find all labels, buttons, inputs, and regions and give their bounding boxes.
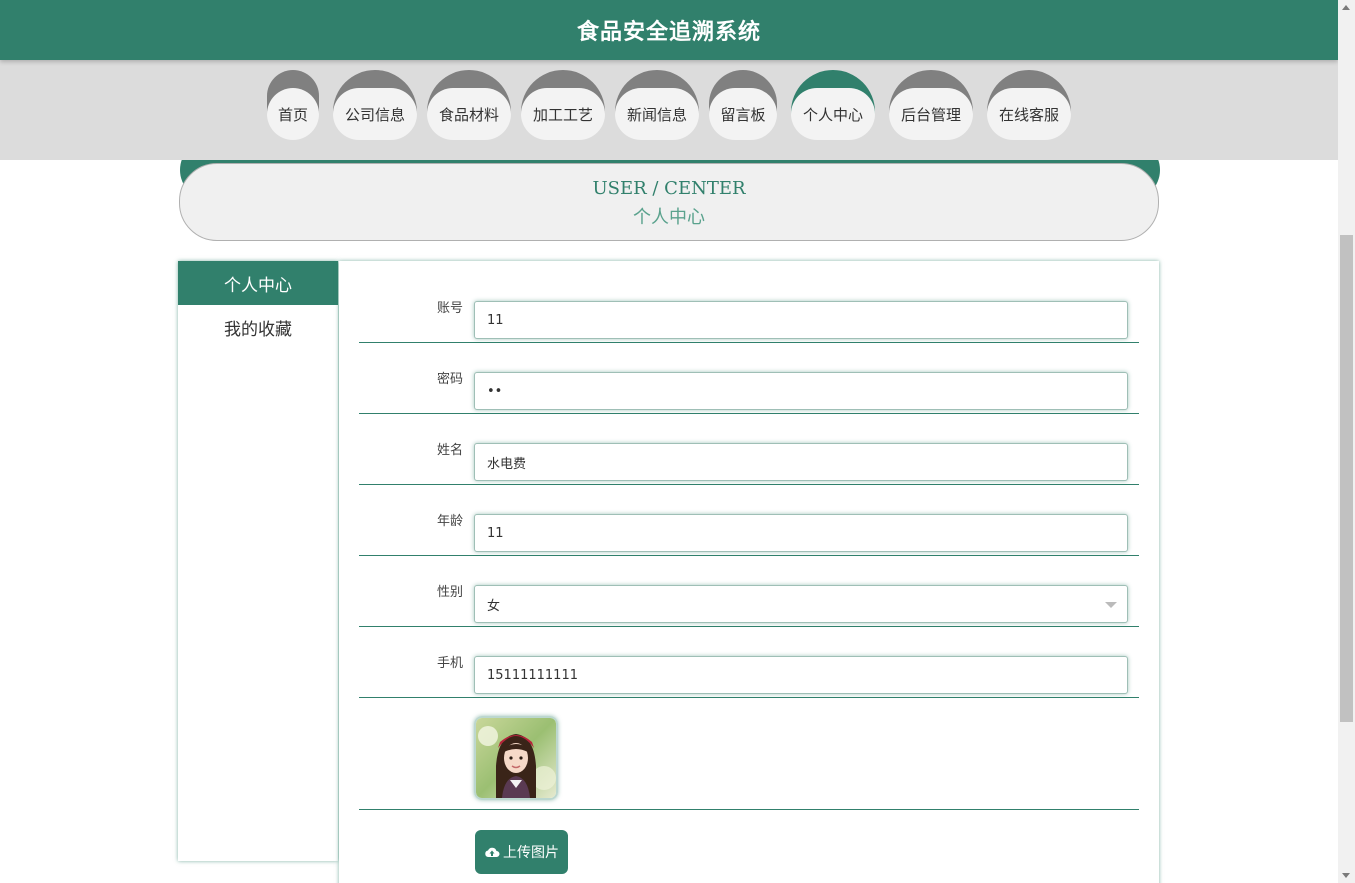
upload-button-label: 上传图片 [503,845,559,861]
nav-label: 后台管理 [889,88,973,140]
nav-label: 在线客服 [987,88,1071,140]
sidebar-item-user-center[interactable]: 个人中心 [178,261,338,305]
form-row-name: 姓名 [359,413,1139,485]
page-title-banner: USER / CENTER 个人中心 [179,163,1159,241]
nav-item-user-center[interactable]: 个人中心 [791,70,875,140]
profile-form: 账号 密码 姓名 年龄 性别 女 手机 [339,261,1159,883]
avatar-image [476,718,556,798]
account-input[interactable] [474,301,1128,339]
nav-item-message-board[interactable]: 留言板 [709,70,777,140]
password-label: 密码 [436,372,463,387]
page-title-en: USER / CENTER [592,178,746,199]
nav-item-admin[interactable]: 后台管理 [889,70,973,140]
nav-item-news[interactable]: 新闻信息 [615,70,699,140]
cloud-upload-icon [484,846,500,858]
nav-item-home[interactable]: 首页 [267,70,319,140]
account-label: 账号 [436,301,463,316]
main-nav: 首页 公司信息 食品材料 加工工艺 新闻信息 留言板 个人中心 后台管理 在线客… [0,60,1338,160]
password-input[interactable] [474,372,1128,410]
nav-item-processing[interactable]: 加工工艺 [521,70,605,140]
page: 食品安全追溯系统 首页 公司信息 食品材料 加工工艺 新闻信息 留言板 个人中心 [0,0,1338,883]
upload-image-button[interactable]: 上传图片 [475,830,568,874]
form-row-age: 年龄 [359,484,1139,556]
nav-label: 留言板 [709,88,777,140]
nav-item-company[interactable]: 公司信息 [333,70,417,140]
chevron-down-icon [1105,602,1117,608]
nav-label: 公司信息 [333,88,417,140]
nav-item-online-service[interactable]: 在线客服 [987,70,1071,140]
scroll-up-arrow-icon[interactable] [1342,5,1350,10]
phone-input[interactable] [474,656,1128,694]
gender-selected-value: 女 [487,598,501,614]
avatar [474,716,558,800]
site-title: 食品安全追溯系统 [0,0,1338,60]
nav-label: 加工工艺 [521,88,605,140]
phone-label: 手机 [436,656,463,671]
age-label: 年龄 [436,514,463,529]
name-input[interactable] [474,443,1128,481]
form-row-password: 密码 [359,342,1139,414]
sidebar-item-favorites[interactable]: 我的收藏 [178,305,338,349]
nav-item-food-materials[interactable]: 食品材料 [427,70,511,140]
nav-label: 个人中心 [791,88,875,140]
form-row-gender: 性别 女 [359,555,1139,627]
form-row-account: 账号 [359,271,1139,343]
nav-label: 首页 [267,88,319,140]
nav-label: 新闻信息 [615,88,699,140]
divider [359,809,1139,810]
age-input[interactable] [474,514,1128,552]
scrollbar-thumb[interactable] [1340,235,1353,722]
page-scrollbar[interactable] [1338,0,1355,883]
nav-label: 食品材料 [427,88,511,140]
gender-select[interactable]: 女 [474,585,1128,623]
form-row-phone: 手机 [359,626,1139,698]
scroll-down-arrow-icon[interactable] [1342,873,1350,878]
gender-label: 性别 [436,585,463,600]
page-title-cn: 个人中心 [633,207,705,228]
sidebar-menu: 个人中心 我的收藏 [178,261,338,861]
name-label: 姓名 [436,443,463,458]
